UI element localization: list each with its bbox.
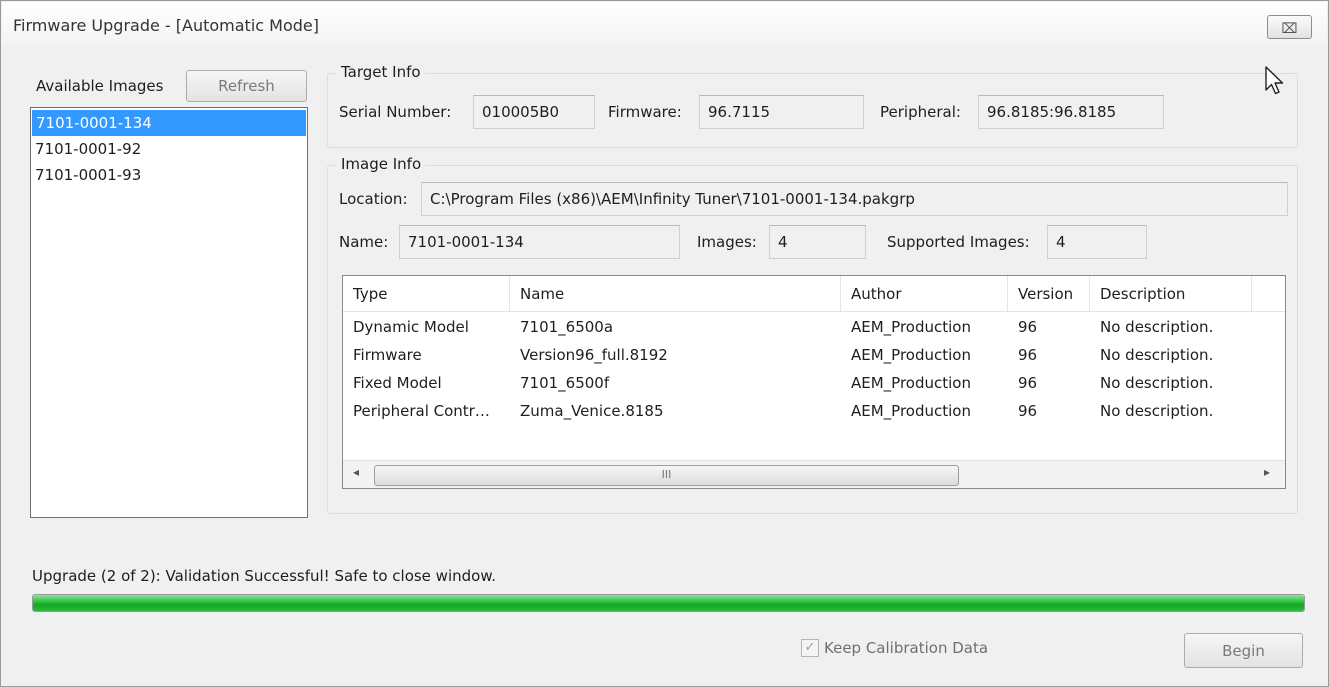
upgrade-progress-fill xyxy=(33,595,1304,611)
column-header-author[interactable]: Author xyxy=(851,285,902,303)
peripheral-label: Peripheral: xyxy=(880,103,961,121)
column-divider[interactable] xyxy=(1089,276,1090,311)
firmware-upgrade-window: Firmware Upgrade - [Automatic Mode] ⌧ Av… xyxy=(0,0,1329,687)
location-label: Location: xyxy=(339,190,408,208)
cell-type: Fixed Model xyxy=(353,374,442,392)
upgrade-status-text: Upgrade (2 of 2): Validation Successful!… xyxy=(32,567,496,585)
column-divider[interactable] xyxy=(509,276,510,311)
available-images-list[interactable]: 7101-0001-134 7101-0001-92 7101-0001-93 xyxy=(30,107,308,518)
image-contents-table[interactable]: Type Name Author Version Description Dyn… xyxy=(342,275,1286,489)
table-row[interactable]: Dynamic Model 7101_6500a AEM_Production … xyxy=(343,316,1285,344)
column-header-type[interactable]: Type xyxy=(353,285,387,303)
cell-description: No description. xyxy=(1100,402,1214,420)
serial-number-label: Serial Number: xyxy=(339,103,452,121)
cell-name: Zuma_Venice.8185 xyxy=(520,402,664,420)
location-field: C:\Program Files (x86)\AEM\Infinity Tune… xyxy=(421,182,1288,216)
refresh-button[interactable]: Refresh xyxy=(186,70,307,102)
column-divider[interactable] xyxy=(840,276,841,311)
image-info-title: Image Info xyxy=(337,155,426,173)
cell-author: AEM_Production xyxy=(851,318,971,336)
cell-author: AEM_Production xyxy=(851,402,971,420)
cell-version: 96 xyxy=(1018,374,1038,392)
list-item[interactable]: 7101-0001-134 xyxy=(32,110,306,136)
cell-type: Dynamic Model xyxy=(353,318,469,336)
firmware-field: 96.7115 xyxy=(699,95,864,129)
cell-name: Version96_full.8192 xyxy=(520,346,668,364)
scrollbar-thumb[interactable]: III xyxy=(374,465,959,486)
firmware-label: Firmware: xyxy=(608,103,682,121)
supported-images-field: 4 xyxy=(1047,225,1147,259)
scroll-right-icon[interactable]: ▸ xyxy=(1264,465,1270,479)
cell-version: 96 xyxy=(1018,346,1038,364)
table-row[interactable]: Firmware Version96_full.8192 AEM_Product… xyxy=(343,344,1285,372)
images-count-field: 4 xyxy=(769,225,866,259)
cell-description: No description. xyxy=(1100,346,1214,364)
target-info-title: Target Info xyxy=(337,63,425,81)
horizontal-scrollbar[interactable]: ◂ III ▸ xyxy=(343,460,1285,488)
cell-author: AEM_Production xyxy=(851,346,971,364)
scroll-left-icon[interactable]: ◂ xyxy=(353,465,359,479)
mouse-cursor-icon xyxy=(1265,66,1284,95)
list-item[interactable]: 7101-0001-93 xyxy=(31,162,307,188)
column-header-description[interactable]: Description xyxy=(1100,285,1185,303)
cell-version: 96 xyxy=(1018,318,1038,336)
column-divider[interactable] xyxy=(1007,276,1008,311)
column-header-name[interactable]: Name xyxy=(520,285,564,303)
cell-name: 7101_6500f xyxy=(520,374,610,392)
cell-type: Firmware xyxy=(353,346,422,364)
upgrade-progress-bar xyxy=(32,594,1305,612)
cell-version: 96 xyxy=(1018,402,1038,420)
cell-type: Peripheral Contr… xyxy=(353,402,490,420)
begin-button[interactable]: Begin xyxy=(1184,633,1303,668)
peripheral-field: 96.8185:96.8185 xyxy=(978,95,1164,129)
keep-calibration-label[interactable]: Keep Calibration Data xyxy=(824,639,988,657)
table-row[interactable]: Fixed Model 7101_6500f AEM_Production 96… xyxy=(343,372,1285,400)
column-header-version[interactable]: Version xyxy=(1018,285,1073,303)
column-divider[interactable] xyxy=(1251,276,1252,311)
keep-calibration-checkbox[interactable]: ✓ xyxy=(801,639,819,657)
images-count-label: Images: xyxy=(697,233,757,251)
window-title: Firmware Upgrade - [Automatic Mode] xyxy=(13,16,319,35)
available-images-label: Available Images xyxy=(36,77,164,95)
close-button[interactable]: ⌧ xyxy=(1267,15,1312,39)
list-item[interactable]: 7101-0001-92 xyxy=(31,136,307,162)
cell-name: 7101_6500a xyxy=(520,318,614,336)
cell-description: No description. xyxy=(1100,374,1214,392)
name-field: 7101-0001-134 xyxy=(399,225,680,259)
cell-description: No description. xyxy=(1100,318,1214,336)
table-header: Type Name Author Version Description xyxy=(343,276,1285,312)
serial-number-field: 010005B0 xyxy=(473,95,595,129)
table-row[interactable]: Peripheral Contr… Zuma_Venice.8185 AEM_P… xyxy=(343,400,1285,428)
name-label: Name: xyxy=(339,233,389,251)
title-bar: Firmware Upgrade - [Automatic Mode] ⌧ xyxy=(2,2,1327,46)
cell-author: AEM_Production xyxy=(851,374,971,392)
supported-images-label: Supported Images: xyxy=(887,233,1030,251)
